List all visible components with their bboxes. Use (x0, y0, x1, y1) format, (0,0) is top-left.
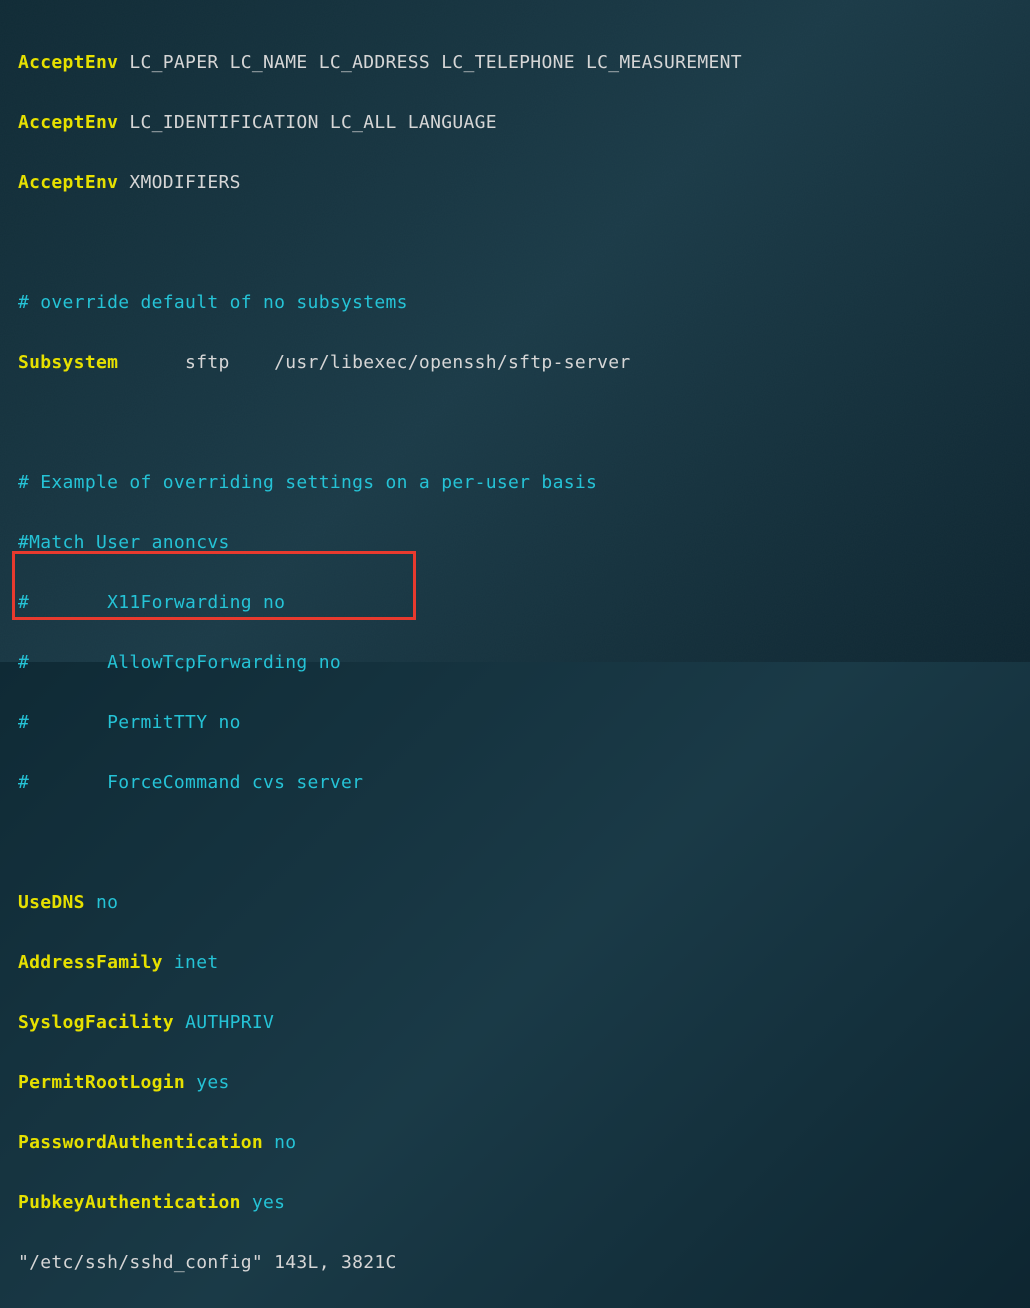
directive-keyword: PasswordAuthentication (18, 1132, 263, 1153)
directive-value: no (96, 892, 118, 913)
config-line: PasswordAuthentication no (18, 1128, 1014, 1158)
config-line: UseDNS no (18, 888, 1014, 918)
comment-text: # ForceCommand cvs server (18, 772, 363, 793)
comment-line: # PermitTTY no (18, 708, 1014, 738)
comment-line: # AllowTcpForwarding no (18, 648, 1014, 678)
directive-keyword: PermitRootLogin (18, 1072, 185, 1093)
status-line: "/etc/ssh/sshd_config" 143L, 3821C (18, 1248, 1014, 1278)
config-line: Subsystem sftp /usr/libexec/openssh/sftp… (18, 348, 1014, 378)
config-line: AddressFamily inet (18, 948, 1014, 978)
comment-text: # override default of no subsystems (18, 292, 408, 313)
directive-value: AUTHPRIV (185, 1012, 274, 1033)
comment-text: # PermitTTY no (18, 712, 241, 733)
config-line: PermitRootLogin yes (18, 1068, 1014, 1098)
directive-keyword: UseDNS (18, 892, 85, 913)
directive-keyword: AddressFamily (18, 952, 163, 973)
directive-value: inet (174, 952, 219, 973)
directive-value: LC_PAPER LC_NAME LC_ADDRESS LC_TELEPHONE… (129, 52, 742, 73)
comment-text: # AllowTcpForwarding no (18, 652, 341, 673)
comment-text: # Example of overriding settings on a pe… (18, 472, 597, 493)
config-line: AcceptEnv LC_IDENTIFICATION LC_ALL LANGU… (18, 108, 1014, 138)
directive-keyword: AcceptEnv (18, 112, 118, 133)
comment-line: # X11Forwarding no (18, 588, 1014, 618)
comment-line: #Match User anoncvs (18, 528, 1014, 558)
config-line: AcceptEnv XMODIFIERS (18, 168, 1014, 198)
directive-value: XMODIFIERS (129, 172, 240, 193)
terminal-editor[interactable]: AcceptEnv LC_PAPER LC_NAME LC_ADDRESS LC… (0, 0, 1030, 1308)
directive-keyword: SyslogFacility (18, 1012, 174, 1033)
blank-line (18, 828, 1014, 858)
directive-keyword: AcceptEnv (18, 172, 118, 193)
comment-line: # Example of overriding settings on a pe… (18, 468, 1014, 498)
comment-line: # ForceCommand cvs server (18, 768, 1014, 798)
blank-line (18, 408, 1014, 438)
directive-value: no (274, 1132, 296, 1153)
directive-value: yes (252, 1192, 285, 1213)
comment-line: # override default of no subsystems (18, 288, 1014, 318)
directive-keyword: AcceptEnv (18, 52, 118, 73)
directive-keyword: Subsystem (18, 352, 118, 373)
directive-value: LC_IDENTIFICATION LC_ALL LANGUAGE (129, 112, 497, 133)
directive-value: sftp /usr/libexec/openssh/sftp-server (118, 352, 630, 373)
vim-status-text: "/etc/ssh/sshd_config" 143L, 3821C (18, 1252, 397, 1273)
config-line: SyslogFacility AUTHPRIV (18, 1008, 1014, 1038)
comment-text: #Match User anoncvs (18, 532, 230, 553)
comment-text: # X11Forwarding no (18, 592, 285, 613)
directive-value: yes (196, 1072, 229, 1093)
config-line: PubkeyAuthentication yes (18, 1188, 1014, 1218)
config-line: AcceptEnv LC_PAPER LC_NAME LC_ADDRESS LC… (18, 48, 1014, 78)
directive-keyword: PubkeyAuthentication (18, 1192, 241, 1213)
blank-line (18, 228, 1014, 258)
